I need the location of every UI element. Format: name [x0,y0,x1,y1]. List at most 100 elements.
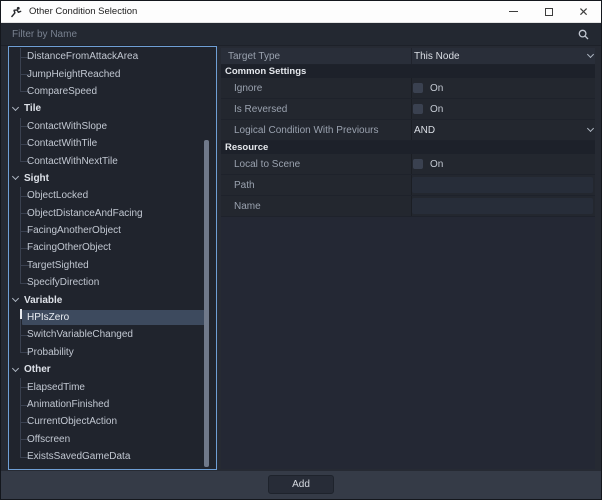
tree-item-label: Offscreen [27,434,70,445]
condition-inspector: Target TypeThis NodeCommon SettingsIgnor… [221,48,595,469]
tree-item-CurrentObjectAction[interactable]: CurrentObjectAction [9,413,216,430]
tree-category-Tile[interactable]: Tile [9,100,216,117]
tree-item-label: FacingOtherObject [27,242,111,253]
checkbox-label: On [430,159,443,170]
tree-item-label: TargetSighted [27,260,89,271]
tree-item-label: Sight [24,173,49,184]
tree-item-label: ObjectDistanceAndFacing [27,208,143,219]
tree-item-label: FacingAnotherObject [27,225,121,236]
tree-item-ContactWithNextTile[interactable]: ContactWithNextTile [9,152,216,169]
tree-item-ContactWithTile[interactable]: ContactWithTile [9,135,216,152]
chevron-down-icon[interactable] [11,173,21,183]
text-field-path[interactable] [412,177,593,193]
property-row-name: Name [221,196,595,217]
tree-item-label: ContactWithNextTile [27,156,118,167]
runner-icon [10,6,22,18]
property-row-ignore: Ignore On [221,78,595,99]
chevron-down-icon[interactable] [11,104,21,114]
tree-category-Other[interactable]: Other [9,361,216,378]
tree-item-SwitchVariableChanged[interactable]: SwitchVariableChanged [9,326,216,343]
property-label: Local to Scene [221,154,412,174]
checkbox-local-to-scene[interactable] [413,159,423,169]
tree-item-SpecifyDirection[interactable]: SpecifyDirection [9,274,216,291]
dropdown-selected-value: This Node [414,51,460,62]
inspector-category-resource: Resource [221,141,595,154]
property-label: Path [221,175,412,195]
titlebar: Other Condition Selection ✕ [1,1,601,23]
tree-item-Offscreen[interactable]: Offscreen [9,431,216,448]
inspector-category-label: Resource [225,142,268,153]
inspector-category-label: Common Settings [225,66,306,77]
filter-input[interactable]: Filter by Name [1,23,601,46]
tree-item-FacingOtherObject[interactable]: FacingOtherObject [9,239,216,256]
property-label: Ignore [221,78,412,98]
other-condition-selection-dialog: Other Condition Selection ✕ Filter by Na… [0,0,602,500]
tree-scrollbar[interactable] [204,140,209,467]
window-title: Other Condition Selection [29,6,496,17]
tree-item-ExistsSavedGameData[interactable]: ExistsSavedGameData [9,448,216,465]
tree-item-label: JumpHeightReached [27,69,120,80]
filter-placeholder: Filter by Name [12,29,578,40]
dropdown-selected-value: AND [414,125,435,136]
checkbox-row-value: On [412,99,595,119]
tree-item-JumpHeightReached[interactable]: JumpHeightReached [9,65,216,82]
maximize-button[interactable] [531,1,566,23]
tree-item-label: AnimationFinished [27,399,109,410]
tree-item-ObjectDistanceAndFacing[interactable]: ObjectDistanceAndFacing [9,205,216,222]
tree-item-label: Variable [24,295,62,306]
text-field-name[interactable] [412,198,593,214]
text-row-value [412,175,595,195]
property-label: Logical Condition With Previours [221,120,412,140]
dropdown-target-type[interactable]: This Node [412,48,595,64]
tree-item-label: Other [24,364,51,375]
tree-item-HPIsZero[interactable]: HPIsZero [9,309,216,326]
tree-item-ContactWithSlope[interactable]: ContactWithSlope [9,118,216,135]
tree-item-Probability[interactable]: Probability [9,344,216,361]
inspector-category-common-settings: Common Settings [221,65,595,78]
checkbox-label: On [430,104,443,115]
tree-item-TargetSighted[interactable]: TargetSighted [9,257,216,274]
chevron-down-icon[interactable] [11,295,21,305]
tree-item-label: ContactWithSlope [27,121,107,132]
minimize-button[interactable] [496,1,531,23]
tree-item-label: CompareSpeed [27,86,97,97]
tree-item-AnimationFinished[interactable]: AnimationFinished [9,396,216,413]
tree-guide-line [20,318,21,327]
search-icon [578,29,589,40]
checkbox-label: On [430,83,443,94]
close-button[interactable]: ✕ [566,1,601,23]
checkbox-is-reversed[interactable] [413,104,423,114]
text-row-value [412,196,595,216]
tree-item-label: SpecifyDirection [27,277,99,288]
minimize-icon [509,11,518,12]
tree-item-label: CurrentObjectAction [27,416,117,427]
add-button[interactable]: Add [268,475,334,494]
maximize-icon [545,8,553,16]
tree-item-label: DistanceFromAttackArea [27,51,138,62]
property-row-target-type: Target TypeThis Node [221,48,595,65]
tree-category-Sight[interactable]: Sight [9,170,216,187]
property-row-is-reversed: Is Reversed On [221,99,595,120]
tree-category-Variable[interactable]: Variable [9,291,216,308]
tree-item-label: HPIsZero [27,312,69,323]
tree-item-DistanceFromAttackArea[interactable]: DistanceFromAttackArea [9,48,216,65]
tree-item-ElapsedTime[interactable]: ElapsedTime [9,378,216,395]
close-icon: ✕ [578,6,588,18]
property-row-path: Path [221,175,595,196]
property-label: Name [221,196,412,216]
dropdown-logical-condition-with-previours[interactable]: AND [412,120,595,140]
tree-item-FacingAnotherObject[interactable]: FacingAnotherObject [9,222,216,239]
tree-item-label: ElapsedTime [27,382,85,393]
property-label: Is Reversed [221,99,412,119]
tree-item-label: Probability [27,347,74,358]
tree-item-ObjectLocked[interactable]: ObjectLocked [9,187,216,204]
tree-item-CompareSpeed[interactable]: CompareSpeed [9,83,216,100]
property-row-local-to-scene: Local to Scene On [221,154,595,175]
dialog-footer: Add [1,471,601,500]
chevron-down-icon[interactable] [11,365,21,375]
checkbox-row-value: On [412,154,595,174]
tree-item-label: ContactWithTile [27,138,97,149]
condition-tree: DistanceFromAttackArea JumpHeightReached C… [8,46,217,470]
tree-item-label: SwitchVariableChanged [27,329,133,340]
checkbox-ignore[interactable] [413,83,423,93]
